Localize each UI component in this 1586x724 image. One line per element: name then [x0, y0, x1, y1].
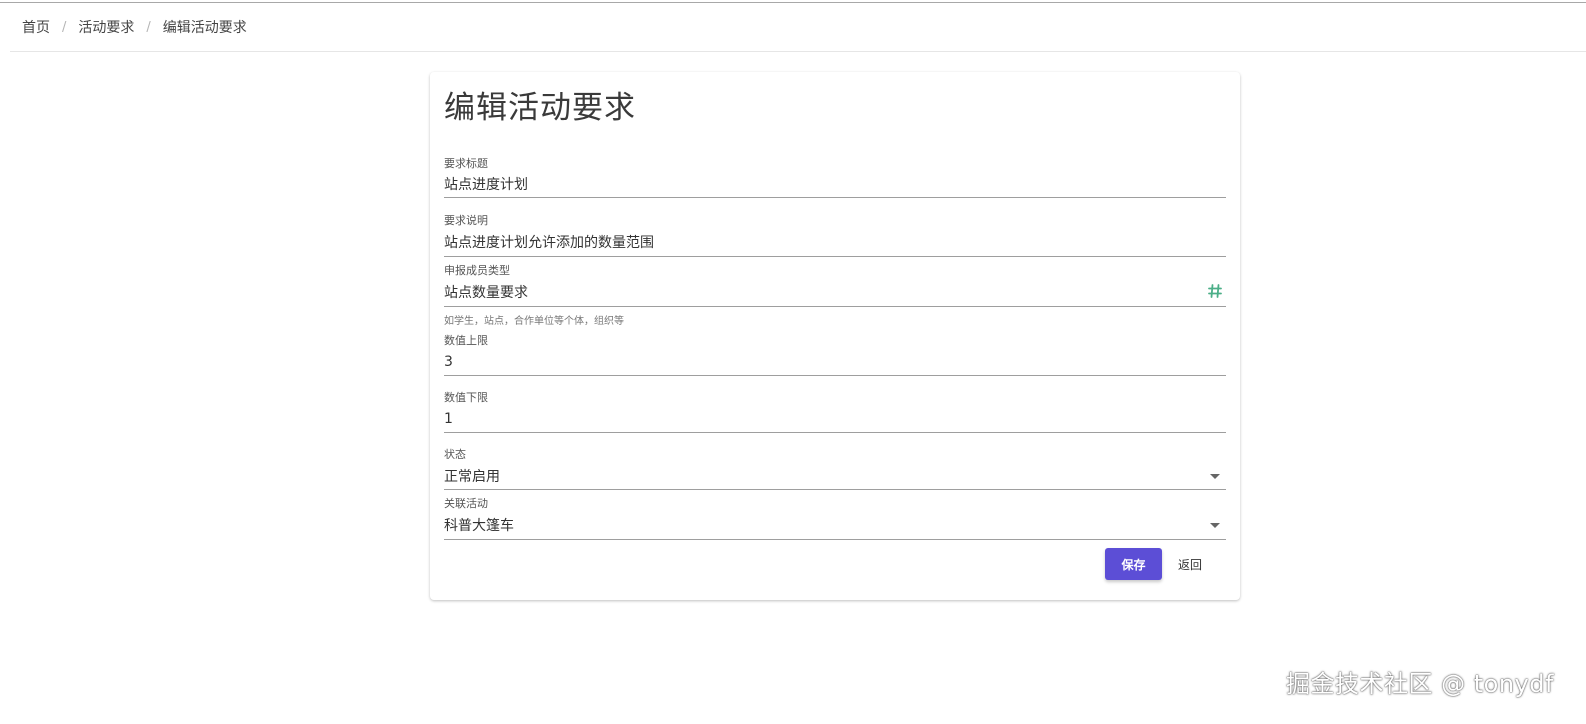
field-max-value: 数值上限 3 [444, 334, 1226, 376]
field-label: 要求说明 [444, 214, 488, 227]
field-value: 1 [444, 410, 453, 427]
field-value: 站点数量要求 [444, 285, 528, 301]
field-status: 状态 正常启用 [444, 448, 1226, 490]
field-value: 科普大篷车 [444, 518, 514, 534]
status-select[interactable]: 正常启用 [444, 462, 1226, 490]
breadcrumb-current: 编辑活动要求 [162, 20, 247, 36]
field-related-activity: 关联活动 科普大篷车 [444, 497, 1226, 540]
save-button[interactable]: 保存 [1105, 548, 1162, 580]
field-hint: 如学生，站点，合作单位等个体，组织等 [444, 316, 624, 327]
chevron-down-icon[interactable] [1210, 474, 1220, 479]
field-label: 要求标题 [444, 157, 488, 170]
breadcrumb-activity-requirements[interactable]: 活动要求 [78, 17, 134, 37]
field-value: 站点进度计划允许添加的数量范围 [444, 235, 654, 251]
field-req-desc: 要求说明 站点进度计划允许添加的数量范围 [444, 214, 1226, 257]
field-label: 数值上限 [444, 334, 488, 347]
req-title-input[interactable]: 站点进度计划 [444, 171, 1226, 198]
field-label: 状态 [444, 448, 466, 461]
field-req-title: 要求标题 站点进度计划 [444, 157, 1226, 198]
field-label: 数值下限 [444, 391, 488, 404]
field-value: 3 [444, 353, 453, 370]
page-title: 编辑活动要求 [444, 90, 636, 126]
breadcrumb: 首页 / 活动要求 / 编辑活动要求 [22, 17, 247, 37]
chevron-down-icon[interactable] [1210, 523, 1220, 528]
breadcrumb-separator: / [62, 19, 67, 35]
breadcrumb-separator: / [146, 19, 151, 35]
back-button[interactable]: 返回 [1168, 548, 1212, 580]
max-value-input[interactable]: 3 [444, 348, 1226, 376]
field-label: 关联活动 [444, 497, 488, 510]
field-member-type: 申报成员类型 站点数量要求 如学生，站点，合作单位等个体，组织等 [444, 264, 1226, 327]
watermark: 掘金技术社区 @ tonydf [1286, 670, 1554, 698]
min-value-input[interactable]: 1 [444, 405, 1226, 433]
hash-icon[interactable] [1207, 283, 1223, 299]
field-label: 申报成员类型 [444, 264, 510, 277]
field-value: 站点进度计划 [444, 177, 528, 193]
req-desc-input[interactable]: 站点进度计划允许添加的数量范围 [444, 228, 1226, 257]
member-type-input[interactable]: 站点数量要求 [444, 278, 1226, 307]
edit-form-card: 编辑活动要求 要求标题 站点进度计划 要求说明 站点进度计划允许添加的数量范围 … [430, 72, 1240, 600]
field-value: 正常启用 [444, 468, 500, 485]
related-activity-select[interactable]: 科普大篷车 [444, 511, 1226, 540]
form-actions: 保存 返回 [430, 548, 1240, 588]
breadcrumb-bar: 首页 / 活动要求 / 编辑活动要求 [10, 3, 1586, 52]
field-min-value: 数值下限 1 [444, 391, 1226, 433]
breadcrumb-home[interactable]: 首页 [22, 17, 50, 37]
